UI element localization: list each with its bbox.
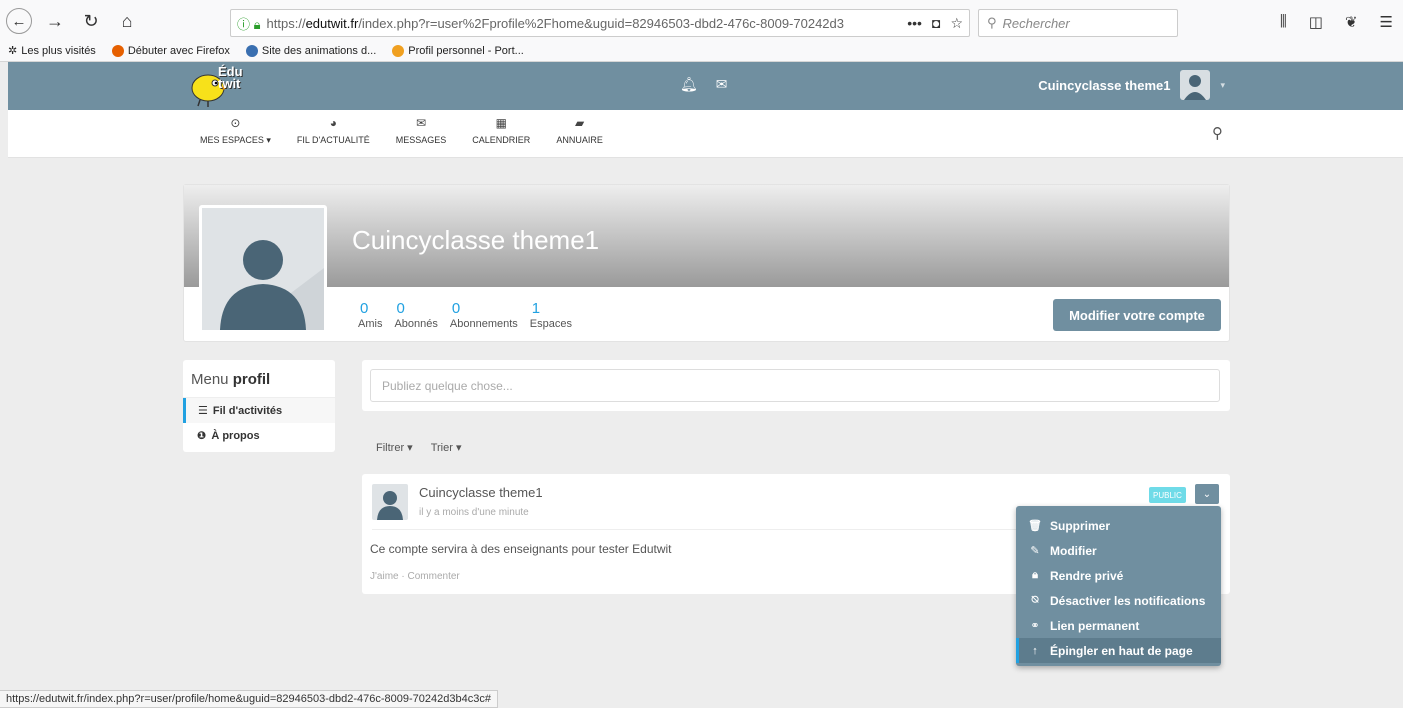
notification-icons: 🔔︎ ✉ — [680, 76, 728, 93]
browser-status-bar: https://edutwit.fr/index.php?r=user/prof… — [0, 690, 498, 708]
library-icon[interactable]: ⫼ — [1280, 13, 1287, 31]
secure-lock-icon[interactable]: ⓘ 🔒︎ — [231, 14, 267, 33]
profile-banner: Cuincyclasse theme1 — [184, 185, 1229, 287]
bookmarks-bar: ✲ Les plus visités Débuter avec Firefox S… — [8, 44, 524, 57]
envelope-icon: ✉ — [416, 116, 427, 130]
site-icon — [245, 44, 258, 57]
menu-title: Menu profil — [183, 360, 335, 398]
pocket-icon[interactable]: ◘ — [932, 15, 940, 32]
nav-calendrier[interactable]: ▦ CALENDRIER — [466, 116, 536, 146]
profile-menu: Menu profil ☰ Fil d'activités ❶À propos — [183, 360, 335, 452]
user-menu[interactable]: Cuincyclasse theme1 ▾ — [1038, 70, 1225, 100]
post-timestamp[interactable]: il y a moins d'une minute — [419, 507, 529, 518]
like-link[interactable]: J'aime — [370, 571, 399, 582]
app-header: Édu twit 🔔︎ ✉ Cuincyclasse theme1 ▾ — [8, 62, 1403, 110]
comment-link[interactable]: Commenter — [408, 571, 460, 582]
browser-toolbar: ← → ↻ ⌂ ⓘ 🔒︎ https://edutwit.fr/index.ph… — [0, 0, 1403, 62]
browser-search-input[interactable]: ⚲ Rechercher — [978, 9, 1178, 37]
edit-account-button[interactable]: Modifier votre compte — [1053, 299, 1221, 331]
url-text: https://edutwit.fr/index.php?r=user%2Fpr… — [266, 15, 844, 31]
nav-fil-actualite[interactable]: ◕ FIL D'ACTUALITÉ — [291, 116, 376, 146]
lock-icon: 🔒︎ — [1032, 569, 1038, 581]
nav-annuaire[interactable]: ▰ ANNUAIRE — [550, 116, 609, 146]
search-icon[interactable]: ⚲ — [1212, 124, 1223, 142]
extension-icon[interactable]: ❦ — [1345, 13, 1358, 31]
bell-icon[interactable]: 🔔︎ — [680, 76, 698, 93]
menu-item-rendre-prive[interactable]: 🔒︎ Rendre privé — [1016, 563, 1221, 588]
stat-amis[interactable]: 0 Amis — [358, 300, 382, 330]
profile-stats: 0 Amis 0 Abonnés 0 Abonnements 1 Espaces — [358, 300, 572, 330]
menu-item-supprimer[interactable]: 🗑︎ Supprimer — [1016, 513, 1221, 538]
avatar — [1180, 70, 1211, 100]
reload-icon[interactable]: ↻ — [78, 8, 104, 34]
sort-dropdown[interactable]: Trier ▾ — [431, 441, 462, 454]
menu-item-desactiver-notifications[interactable]: ⍉ Désactiver les notifications — [1016, 588, 1221, 613]
post-actions: J'aime · Commenter — [370, 571, 460, 582]
post-author[interactable]: Cuincyclasse theme1 — [419, 485, 543, 500]
menu-item-epingler[interactable]: ↑ Épingler en haut de page — [1016, 638, 1221, 663]
portfolio-icon — [392, 44, 405, 57]
bookmark-item[interactable]: ✲ Les plus visités — [8, 44, 96, 58]
stream-filters: Filtrer ▾ Trier ▾ — [376, 441, 461, 454]
search-icon: ⚲ — [987, 15, 997, 30]
browser-nav-buttons: ← → ↻ ⌂ — [6, 8, 140, 34]
envelope-icon[interactable]: ✉ — [716, 76, 728, 93]
nav-mes-espaces[interactable]: ⊙ MES ESPACES ▾ — [194, 116, 277, 146]
page-actions-icon[interactable]: ••• — [907, 15, 922, 32]
hamburger-menu-icon[interactable]: ☰ — [1380, 13, 1393, 31]
bell-slash-icon: ⍉ — [1031, 594, 1039, 606]
stat-espaces[interactable]: 1 Espaces — [530, 300, 572, 330]
post-options-button[interactable]: ⌄ — [1195, 484, 1219, 504]
firefox-icon — [111, 44, 124, 57]
menu-item-modifier[interactable]: ✎ Modifier — [1016, 538, 1221, 563]
profile-name: Cuincyclasse theme1 — [352, 225, 600, 255]
profile-avatar[interactable] — [199, 205, 327, 333]
menu-item-lien-permanent[interactable]: ⚭ Lien permanent — [1016, 613, 1221, 638]
post-options-menu: 🗑︎ Supprimer ✎ Modifier 🔒︎ Rendre privé ⍉ Dé… — [1016, 506, 1221, 666]
chevron-down-icon: ⌄ — [1202, 488, 1212, 500]
filter-dropdown[interactable]: Filtrer ▾ — [376, 441, 413, 454]
calendar-icon: ▦ — [495, 116, 507, 130]
bookmark-star-icon[interactable]: ☆ — [950, 15, 963, 32]
bookmark-item[interactable]: Profil personnel - Port... — [392, 44, 524, 57]
menu-item-a-propos[interactable]: ❶À propos — [183, 423, 335, 448]
list-icon: ☰ — [198, 405, 208, 417]
pencil-icon: ✎ — [1030, 545, 1040, 557]
browser-toolbar-right: ⫼ ◫ ❦ ☰ — [1280, 13, 1393, 31]
menu-item-fil-activites[interactable]: ☰ Fil d'activités — [183, 398, 335, 423]
url-actions: ••• ◘ ☆ — [907, 15, 963, 32]
info-icon: ❶ — [197, 430, 207, 442]
target-icon: ⊙ — [230, 116, 241, 130]
chevron-down-icon: ▾ — [1220, 79, 1225, 90]
sidebar-icon[interactable]: ◫ — [1309, 13, 1323, 31]
forward-arrow-icon[interactable]: → — [42, 8, 68, 34]
trash-icon: 🗑︎ — [1028, 520, 1042, 532]
stat-abonnements[interactable]: 0 Abonnements — [450, 300, 518, 330]
post-composer: Publiez quelque chose... — [362, 360, 1230, 411]
dashboard-icon: ◕ — [329, 116, 337, 130]
bookmark-item[interactable]: Site des animations d... — [245, 44, 376, 57]
book-icon: ▰ — [574, 116, 585, 130]
profile-header: Cuincyclasse theme1 0 Amis 0 Abonnés 0 Abon… — [183, 184, 1230, 342]
bookmark-item[interactable]: Débuter avec Firefox — [111, 44, 230, 57]
user-name: Cuincyclasse theme1 — [1038, 77, 1171, 93]
arrow-up-icon: ↑ — [1032, 644, 1038, 657]
main-navigation: ⊙ MES ESPACES ▾ ◕ FIL D'ACTUALITÉ ✉ MESSAGE… — [8, 110, 1403, 158]
post-input[interactable]: Publiez quelque chose... — [370, 369, 1220, 402]
status-badge: PUBLIC — [1149, 487, 1186, 503]
stat-abonnes[interactable]: 0 Abonnés — [394, 300, 437, 330]
home-icon[interactable]: ⌂ — [114, 8, 140, 34]
post-content: Ce compte servira à des enseignants pour… — [370, 542, 672, 556]
gear-icon: ✲ — [8, 45, 18, 57]
avatar[interactable] — [372, 484, 408, 520]
link-icon: ⚭ — [1030, 620, 1040, 632]
back-arrow-icon[interactable]: ← — [6, 8, 32, 34]
url-bar[interactable]: ⓘ 🔒︎ https://edutwit.fr/index.php?r=user… — [230, 9, 970, 37]
nav-messages[interactable]: ✉ MESSAGES — [390, 116, 453, 146]
edutwit-logo[interactable]: Édu twit — [188, 64, 268, 108]
